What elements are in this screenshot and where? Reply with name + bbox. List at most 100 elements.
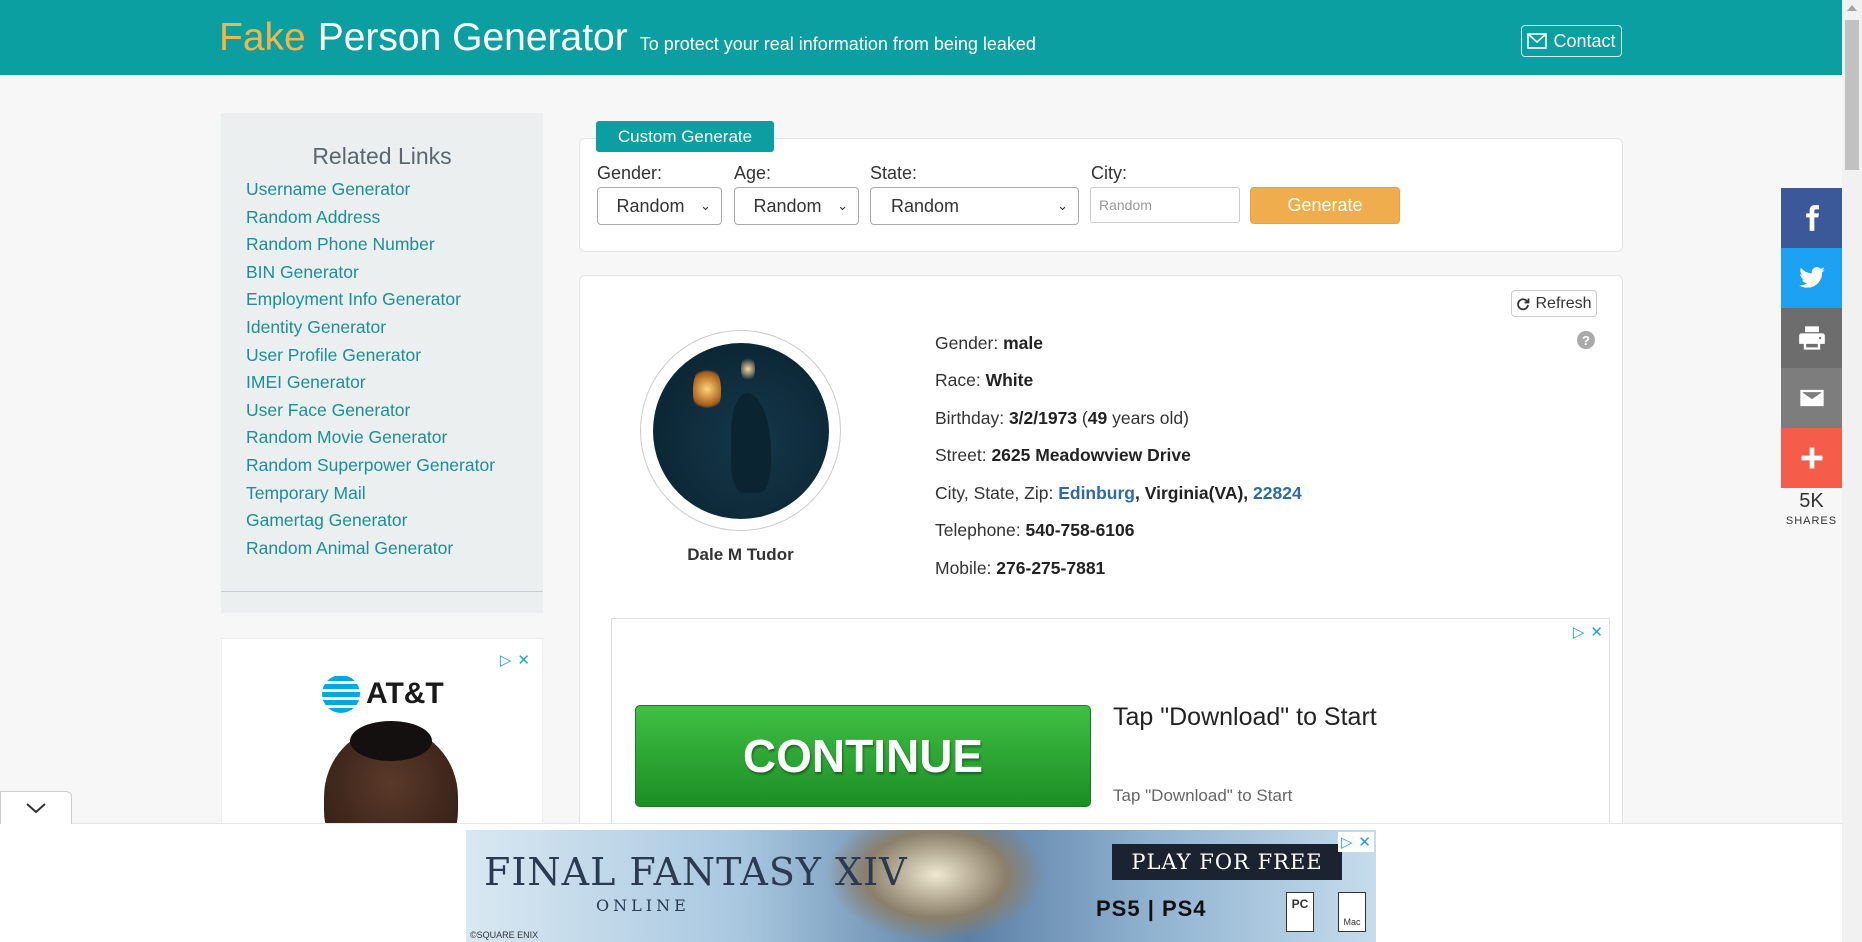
avatar-flame bbox=[741, 355, 755, 383]
custom-generate-tab[interactable]: Custom Generate bbox=[596, 121, 774, 152]
ad-close-icon[interactable]: ✕ bbox=[1590, 623, 1603, 641]
related-link[interactable]: Identity Generator bbox=[246, 317, 495, 345]
sidebar-divider bbox=[221, 591, 543, 592]
age-value: 49 bbox=[1087, 408, 1108, 428]
share-more-button[interactable] bbox=[1781, 428, 1842, 488]
gender-select[interactable]: Random ⌄ bbox=[597, 187, 722, 225]
gender-value: male bbox=[1003, 333, 1043, 353]
ad-copyright: ©SQUARE ENIX bbox=[470, 930, 539, 940]
share-twitter-button[interactable] bbox=[1781, 248, 1842, 308]
refresh-button[interactable]: Refresh bbox=[1511, 290, 1597, 317]
related-link[interactable]: Random Movie Generator bbox=[246, 427, 495, 455]
share-print-button[interactable] bbox=[1781, 308, 1842, 368]
person-name: Dale M Tudor bbox=[687, 545, 794, 564]
ad-close-icon[interactable]: ✕ bbox=[517, 651, 530, 669]
related-link[interactable]: IMEI Generator bbox=[246, 372, 495, 400]
avatar bbox=[653, 343, 829, 519]
print-icon bbox=[1798, 326, 1825, 350]
zip-link[interactable]: 22824 bbox=[1253, 483, 1302, 503]
share-facebook-button[interactable] bbox=[1781, 188, 1842, 248]
age-select-value: Random bbox=[753, 195, 822, 216]
ad-choices[interactable]: ▷ ✕ bbox=[500, 651, 530, 669]
related-link[interactable]: Random Address bbox=[246, 207, 495, 235]
ad-choices[interactable]: ▷ ✕ bbox=[1337, 832, 1374, 852]
ad-game-subtitle: ONLINE bbox=[596, 896, 690, 915]
race-field-label: Race: bbox=[935, 370, 981, 390]
age-select[interactable]: Random ⌄ bbox=[734, 187, 859, 225]
race-row: Race: White bbox=[935, 370, 1033, 391]
att-logo: AT&T bbox=[322, 675, 444, 713]
continue-button[interactable]: CONTINUE bbox=[635, 705, 1091, 807]
ad-close-icon[interactable]: ✕ bbox=[1358, 833, 1371, 851]
site-header: Fake Person Generator To protect your re… bbox=[0, 0, 1842, 75]
mac-badge: Mac bbox=[1338, 892, 1366, 932]
scroll-up-icon[interactable] bbox=[1847, 5, 1857, 11]
email-icon bbox=[1799, 389, 1824, 407]
state-select-value: Random bbox=[891, 195, 960, 216]
share-email-button[interactable] bbox=[1781, 368, 1842, 428]
ad-title[interactable]: Tap "Download" to Start bbox=[1113, 703, 1377, 732]
related-link[interactable]: Temporary Mail bbox=[246, 483, 495, 511]
ad-info-icon[interactable]: ▷ bbox=[500, 651, 512, 669]
related-links-title: Related Links bbox=[312, 143, 452, 169]
page-scrollbar[interactable] bbox=[1842, 0, 1862, 942]
mobile-field-label: Mobile: bbox=[935, 558, 992, 578]
ad-choices[interactable]: ▷ ✕ bbox=[1573, 623, 1603, 641]
related-link[interactable]: Username Generator bbox=[246, 179, 495, 207]
ad-info-icon[interactable]: ▷ bbox=[1341, 833, 1353, 851]
ad-game-title: FINAL FANTASY XIV bbox=[484, 850, 908, 894]
collapse-ad-button[interactable] bbox=[0, 791, 72, 824]
ad-person-image bbox=[324, 721, 458, 827]
related-link[interactable]: Random Superpower Generator bbox=[246, 455, 495, 483]
avatar-silhouette bbox=[731, 393, 771, 493]
street-value: 2625 Meadowview Drive bbox=[991, 445, 1191, 465]
telephone-value: 540-758-6106 bbox=[1025, 520, 1135, 540]
city-input[interactable]: Random bbox=[1090, 187, 1240, 223]
chevron-down-icon: ⌄ bbox=[700, 198, 711, 213]
related-link[interactable]: User Profile Generator bbox=[246, 345, 495, 373]
bottom-banner-ad[interactable]: FINAL FANTASY XIV ONLINE ©SQUARE ENIX PL… bbox=[466, 830, 1376, 942]
city-link[interactable]: Edinburg bbox=[1058, 483, 1135, 503]
site-logo[interactable]: Fake Person Generator To protect your re… bbox=[219, 16, 1036, 60]
race-value: White bbox=[985, 370, 1034, 390]
refresh-label: Refresh bbox=[1535, 294, 1592, 312]
ad-platforms: PS5 | PS4 bbox=[1096, 896, 1207, 921]
generate-button[interactable]: Generate bbox=[1250, 187, 1400, 224]
play-for-free-button[interactable]: PLAY FOR FREE bbox=[1112, 844, 1342, 880]
avatar-flame bbox=[693, 365, 721, 413]
city-label: City: bbox=[1091, 163, 1127, 183]
gender-label: Gender: bbox=[597, 163, 663, 183]
related-link[interactable]: BIN Generator bbox=[246, 262, 495, 290]
scrollbar-thumb[interactable] bbox=[1845, 20, 1859, 170]
street-field-label: Street: bbox=[935, 445, 987, 465]
contact-button[interactable]: Contact bbox=[1521, 25, 1622, 57]
related-link[interactable]: Gamertag Generator bbox=[246, 510, 495, 538]
att-brand: AT&T bbox=[366, 677, 444, 710]
state-select[interactable]: Random ⌄ bbox=[870, 187, 1079, 225]
related-link[interactable]: Employment Info Generator bbox=[246, 289, 495, 317]
contact-label: Contact bbox=[1553, 30, 1616, 51]
brand-name: Person Generator bbox=[317, 16, 628, 59]
sidebar-ad[interactable]: ▷ ✕ AT&T bbox=[221, 638, 543, 828]
birthday-row: Birthday: 3/2/1973 (49 years old) bbox=[935, 408, 1189, 428]
csz-field-label: City, State, Zip: bbox=[935, 483, 1054, 503]
refresh-icon bbox=[1517, 297, 1530, 310]
telephone-field-label: Telephone: bbox=[935, 520, 1021, 540]
city-placeholder: Random bbox=[1099, 197, 1152, 213]
twitter-icon bbox=[1798, 267, 1825, 288]
birthday-value: 3/2/1973 bbox=[1008, 408, 1078, 428]
chevron-down-icon: ⌄ bbox=[837, 198, 848, 213]
related-link[interactable]: User Face Generator bbox=[246, 400, 495, 428]
help-icon[interactable]: ? bbox=[1577, 331, 1595, 349]
state-value: Virginia(VA) bbox=[1144, 483, 1244, 503]
gender-select-value: Random bbox=[616, 195, 685, 216]
related-links-panel: Related Links Username Generator Random … bbox=[221, 113, 543, 613]
related-link[interactable]: Random Phone Number bbox=[246, 234, 495, 262]
att-globe-icon bbox=[322, 675, 360, 713]
share-count: 5K bbox=[1799, 490, 1824, 512]
related-link[interactable]: Random Animal Generator bbox=[246, 538, 495, 566]
city-state-zip-row: City, State, Zip: Edinburg, Virginia(VA)… bbox=[935, 483, 1302, 503]
share-label: SHARES bbox=[1785, 515, 1838, 527]
envelope-icon bbox=[1527, 33, 1548, 49]
ad-info-icon[interactable]: ▷ bbox=[1573, 623, 1585, 641]
